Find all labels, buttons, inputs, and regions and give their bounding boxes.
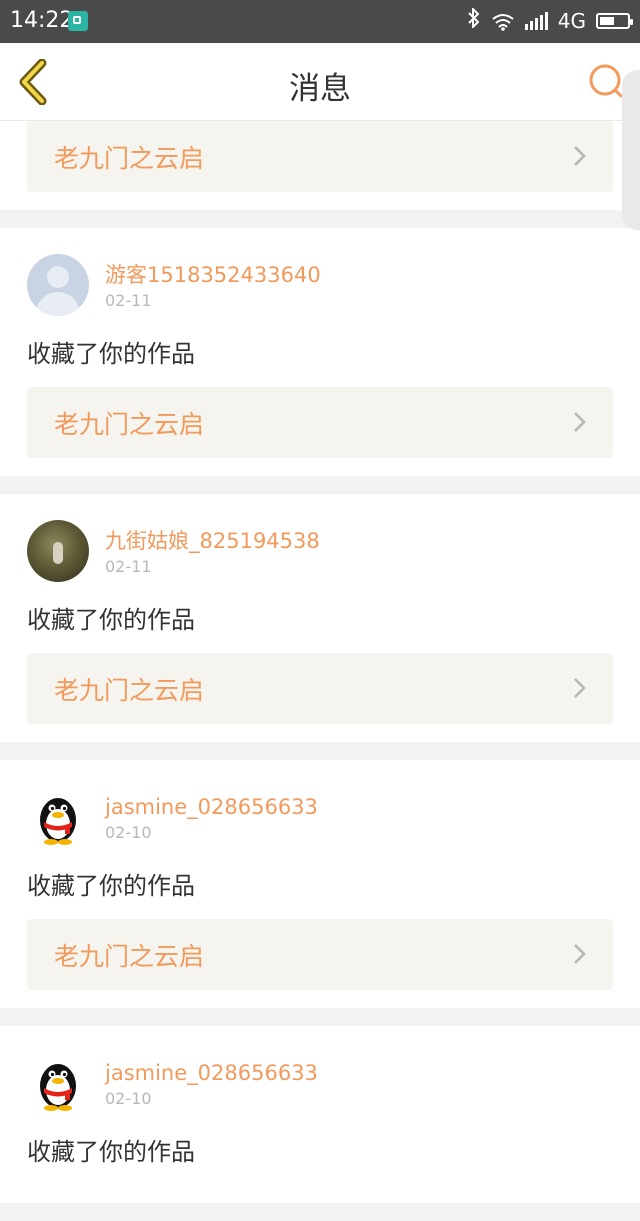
penguin-icon	[40, 798, 76, 845]
username[interactable]: jasmine_028656633	[105, 793, 318, 821]
work-title: 老九门之云启	[54, 941, 205, 971]
action-text: 收藏了你的作品	[27, 340, 195, 368]
chevron-right-icon	[574, 146, 586, 166]
work-link[interactable]: 老九门之云启	[27, 121, 613, 192]
avatar[interactable]	[27, 520, 89, 582]
floating-edge-handle[interactable]	[622, 70, 640, 230]
work-title: 老九门之云启	[54, 409, 205, 439]
work-title: 老九门之云启	[54, 675, 205, 705]
message-card: 老九门之云启	[0, 121, 640, 210]
chevron-right-icon	[574, 678, 586, 698]
user-info: jasmine_028656633 02-10	[105, 793, 318, 842]
username[interactable]: 游客1518352433640	[105, 261, 321, 289]
status-bar: 14:22 4G	[0, 0, 640, 43]
status-icons: 4G	[467, 6, 633, 33]
work-link[interactable]: 老九门之云启	[27, 919, 613, 990]
user-row: jasmine_028656633 02-10	[27, 1026, 613, 1114]
user-info: 游客1518352433640 02-11	[105, 261, 321, 310]
message-card: 游客1518352433640 02-11 收藏了你的作品 老九门之云启	[0, 228, 640, 476]
status-time: 14:22	[10, 8, 74, 33]
signal-icon	[524, 11, 548, 30]
avatar[interactable]	[27, 786, 89, 848]
message-card: jasmine_028656633 02-10 收藏了你的作品 老九门之云启	[0, 760, 640, 1008]
avatar[interactable]	[27, 254, 89, 316]
wifi-icon	[491, 12, 515, 31]
user-row: 游客1518352433640 02-11	[27, 228, 613, 316]
message-date: 02-10	[105, 1088, 152, 1108]
username[interactable]: jasmine_028656633	[105, 1059, 318, 1087]
work-link[interactable]: 老九门之云启	[27, 653, 613, 724]
work-title: 老九门之云启	[54, 143, 205, 173]
battery-icon	[596, 12, 633, 29]
message-date: 02-11	[105, 556, 152, 576]
chevron-right-icon	[574, 412, 586, 432]
message-date: 02-10	[105, 822, 152, 842]
avatar[interactable]	[27, 1052, 89, 1114]
message-card: jasmine_028656633 02-10 收藏了你的作品	[0, 1026, 640, 1203]
page-title: 消息	[289, 71, 351, 107]
user-row: jasmine_028656633 02-10	[27, 760, 613, 848]
action-text: 收藏了你的作品	[27, 1138, 195, 1166]
message-card: 九街姑娘_825194538 02-11 收藏了你的作品 老九门之云启	[0, 494, 640, 742]
user-info: jasmine_028656633 02-10	[105, 1059, 318, 1108]
search-button[interactable]	[588, 63, 624, 99]
user-info: 九街姑娘_825194538 02-11	[105, 527, 320, 576]
network-type: 4G	[557, 8, 586, 33]
search-icon	[589, 64, 623, 98]
user-row: 九街姑娘_825194538 02-11	[27, 494, 613, 582]
message-feed: 老九门之云启 游客1518352433640 02-11 收藏了你的作品 老九门…	[0, 121, 640, 1221]
chevron-right-icon	[574, 944, 586, 964]
penguin-icon	[40, 1064, 76, 1111]
work-link[interactable]: 老九门之云启	[27, 387, 613, 458]
action-text: 收藏了你的作品	[27, 872, 195, 900]
bluetooth-icon	[467, 6, 481, 33]
screenshot-icon	[68, 11, 88, 31]
app-header: 消息	[0, 43, 640, 121]
action-text: 收藏了你的作品	[27, 606, 195, 634]
username[interactable]: 九街姑娘_825194538	[105, 527, 320, 555]
message-date: 02-11	[105, 290, 152, 310]
